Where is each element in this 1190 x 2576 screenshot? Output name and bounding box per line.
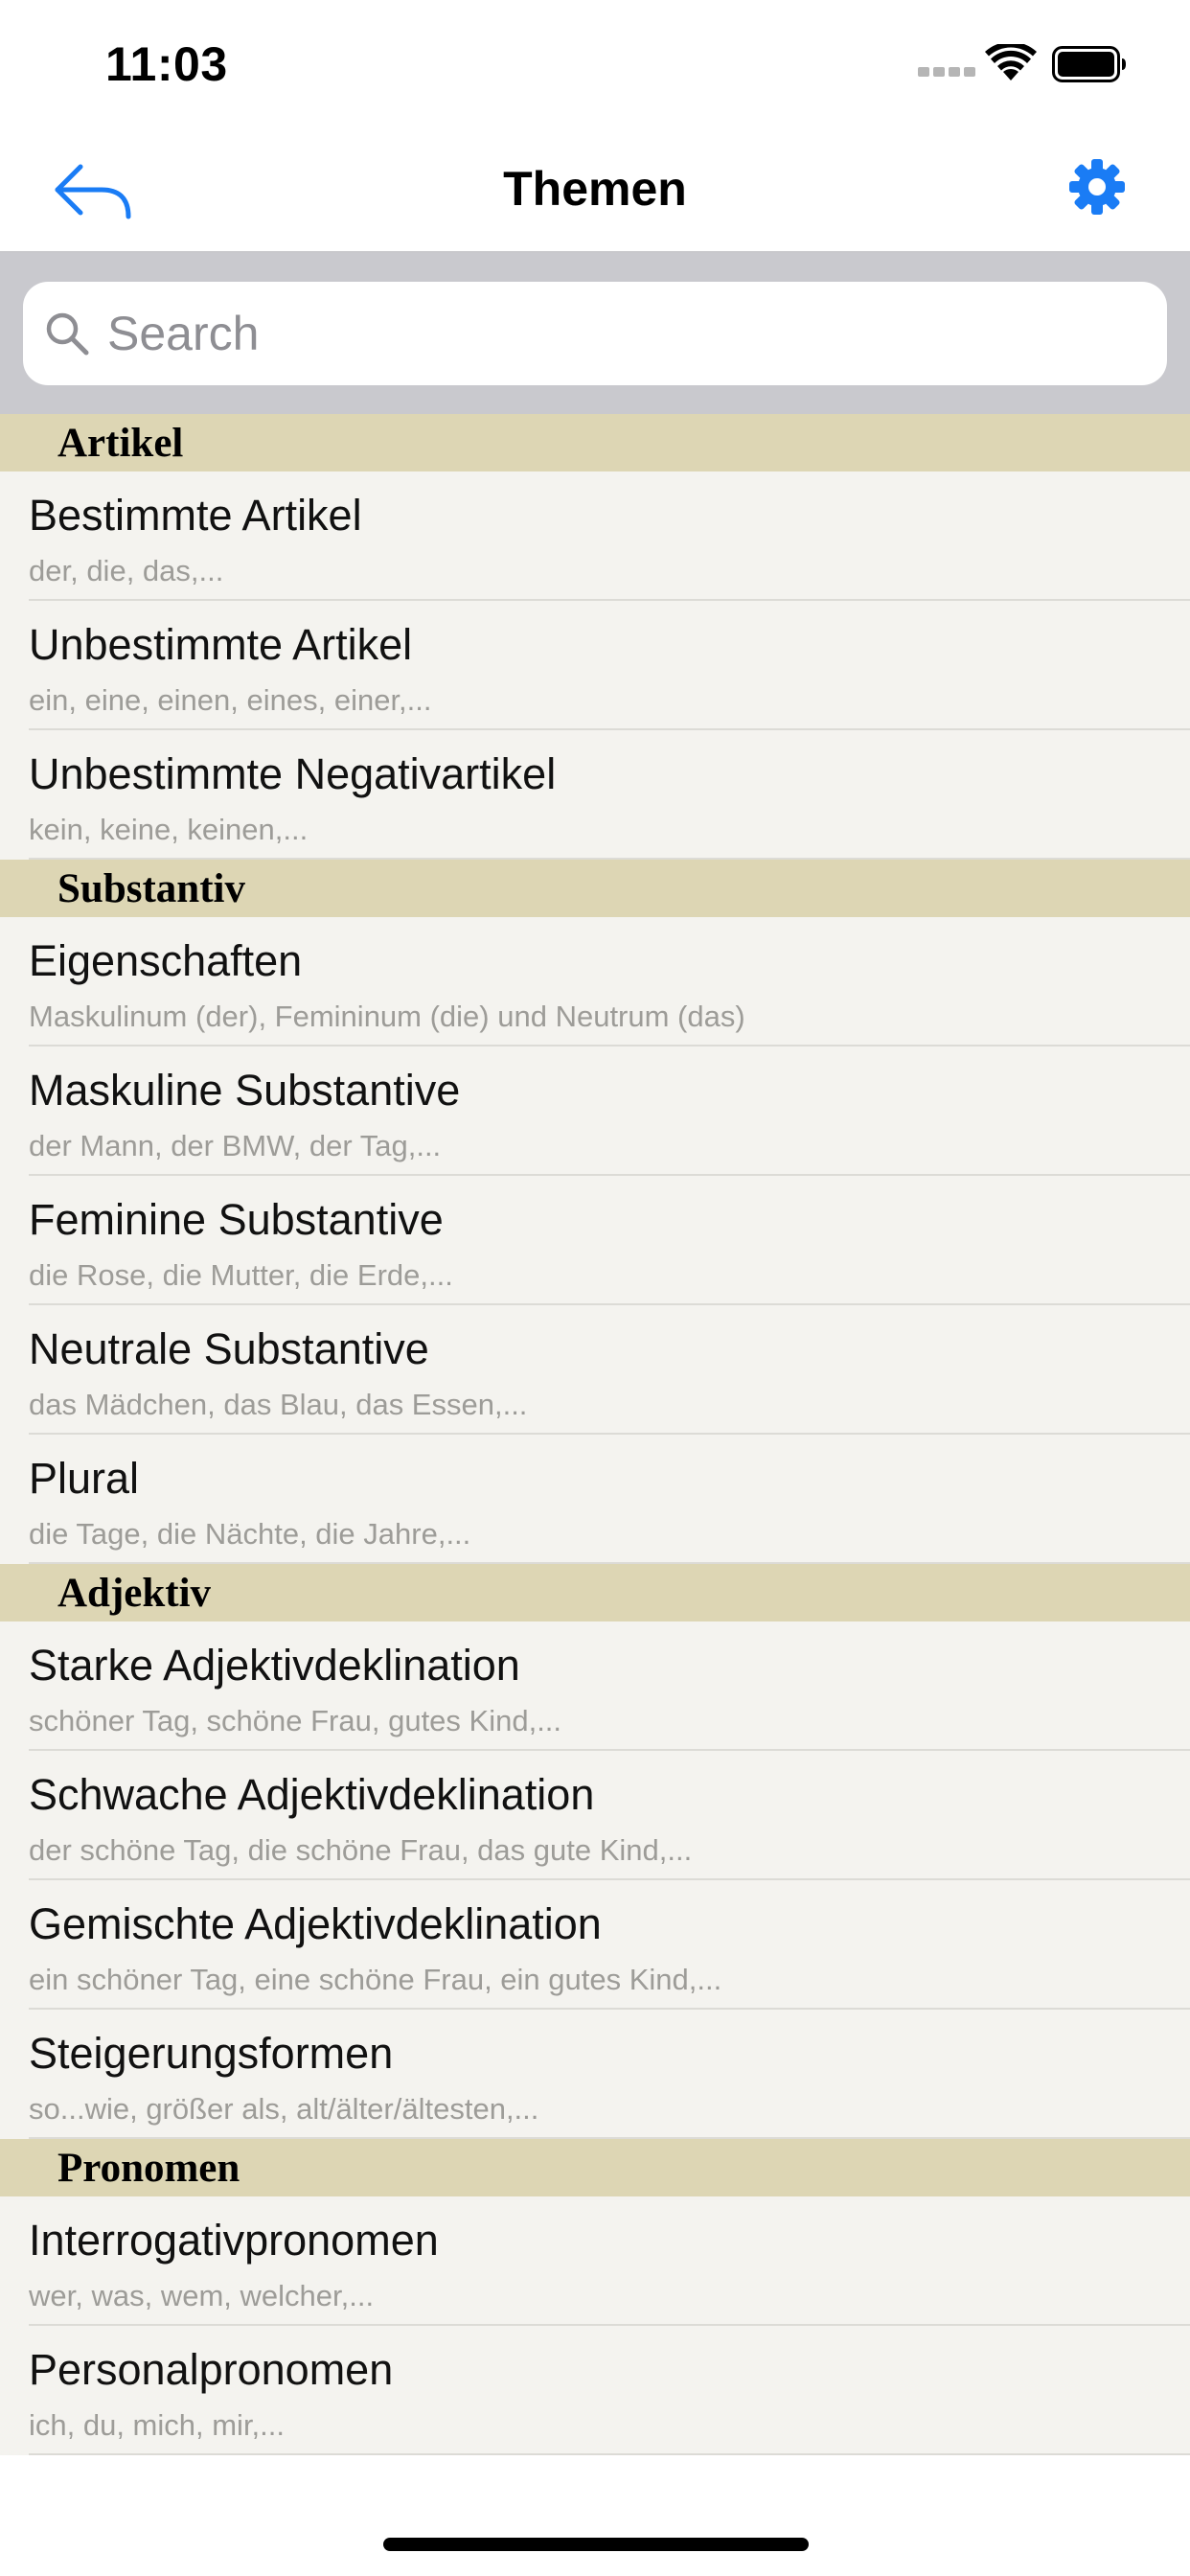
list-item-subtitle: die Rose, die Mutter, die Erde,... <box>29 1258 453 1292</box>
list-item-subtitle: der, die, das,... <box>29 554 224 587</box>
section-title: Pronomen <box>57 2146 240 2191</box>
search-field[interactable] <box>23 282 1167 385</box>
gear-icon[interactable] <box>1065 155 1129 218</box>
list-item[interactable]: Unbestimmte Negativartikel kein, keine, k… <box>0 730 1190 860</box>
battery-icon <box>1052 46 1126 82</box>
list-item[interactable]: Eigenschaften Maskulinum (der), Femininum… <box>0 917 1190 1046</box>
list-item[interactable]: Starke Adjektivdeklination schöner Tag, s… <box>0 1622 1190 1751</box>
list-item-subtitle: ein, eine, einen, eines, einer,... <box>29 683 432 717</box>
list-item-title: Schwache Adjektivdeklination <box>29 1770 595 1819</box>
list-item[interactable]: Personalpronomen ich, du, mich, mir,... <box>0 2326 1190 2455</box>
list-item[interactable]: Neutrale Substantive das Mädchen, das Bla… <box>0 1305 1190 1435</box>
list-item-subtitle: ein schöner Tag, eine schöne Frau, ein g… <box>29 1963 722 1996</box>
list-item-title: Plural <box>29 1454 140 1503</box>
list-item-title: Neutrale Substantive <box>29 1324 429 1373</box>
list-item-title: Eigenschaften <box>29 936 303 985</box>
list-item[interactable]: Interrogativpronomen wer, was, wem, welch… <box>0 2196 1190 2326</box>
list-item[interactable]: Schwache Adjektivdeklination der schöne T… <box>0 1751 1190 1880</box>
home-indicator <box>383 2538 809 2551</box>
list-item-title: Feminine Substantive <box>29 1195 444 1244</box>
list-item-title: Personalpronomen <box>29 2345 394 2394</box>
status-bar: 11:03 <box>0 0 1190 126</box>
section-title: Substantiv <box>57 866 245 911</box>
list-item[interactable]: Gemischte Adjektivdeklination ein schöner… <box>0 1880 1190 2010</box>
list-item-subtitle: der Mann, der BMW, der Tag,... <box>29 1129 442 1162</box>
search-input[interactable] <box>107 282 1142 385</box>
list-item[interactable]: Plural die Tage, die Nächte, die Jahre,..… <box>0 1435 1190 1564</box>
list-item-subtitle: der schöne Tag, die schöne Frau, das gut… <box>29 1833 693 1867</box>
list-item-title: Steigerungsformen <box>29 2029 394 2078</box>
list-item-subtitle: so...wie, größer als, alt/älter/ältesten… <box>29 2092 539 2126</box>
list-item-title: Bestimmte Artikel <box>29 491 362 540</box>
row-divider <box>29 2453 1190 2455</box>
list-item-subtitle: schöner Tag, schöne Frau, gutes Kind,... <box>29 1704 562 1737</box>
list-item-title: Unbestimmte Negativartikel <box>29 749 557 798</box>
list-item-subtitle: wer, was, wem, welcher,... <box>29 2279 375 2312</box>
list-item-subtitle: Maskulinum (der), Femininum (die) und Ne… <box>29 1000 745 1033</box>
list-item-title: Interrogativpronomen <box>29 2216 439 2265</box>
search-bar-container <box>0 253 1190 414</box>
section-header: Substantiv <box>0 860 1190 917</box>
list-item[interactable]: Maskuline Substantive der Mann, der BMW, … <box>0 1046 1190 1176</box>
list-item[interactable]: Steigerungsformen so...wie, größer als, a… <box>0 2010 1190 2139</box>
search-icon <box>46 312 89 356</box>
list-item[interactable]: Feminine Substantive die Rose, die Mutter… <box>0 1176 1190 1305</box>
list-item-title: Unbestimmte Artikel <box>29 620 413 669</box>
status-time: 11:03 <box>105 37 228 91</box>
list-item-subtitle: die Tage, die Nächte, die Jahre,... <box>29 1517 471 1551</box>
navigation-bar: Themen <box>0 126 1190 253</box>
section-header: Adjektiv <box>0 1564 1190 1622</box>
topics-list: Artikel Bestimmte Artikel der, die, das,..… <box>0 414 1190 2455</box>
list-item-subtitle: ich, du, mich, mir,... <box>29 2408 286 2442</box>
wifi-icon <box>985 44 1037 80</box>
section-header: Artikel <box>0 414 1190 472</box>
section-title: Adjektiv <box>57 1571 212 1616</box>
list-item-title: Maskuline Substantive <box>29 1066 461 1115</box>
section-header: Pronomen <box>0 2139 1190 2196</box>
list-item-title: Gemischte Adjektivdeklination <box>29 1899 602 1948</box>
list-item-subtitle: das Mädchen, das Blau, das Essen,... <box>29 1388 528 1421</box>
list-item-subtitle: kein, keine, keinen,... <box>29 813 309 846</box>
section-title: Artikel <box>57 421 184 466</box>
list-item-title: Starke Adjektivdeklination <box>29 1641 520 1690</box>
cellular-signal-icon <box>918 65 975 79</box>
list-item[interactable]: Unbestimmte Artikel ein, eine, einen, ein… <box>0 601 1190 730</box>
page-title: Themen <box>503 162 687 216</box>
list-item[interactable]: Bestimmte Artikel der, die, das,... <box>0 472 1190 601</box>
